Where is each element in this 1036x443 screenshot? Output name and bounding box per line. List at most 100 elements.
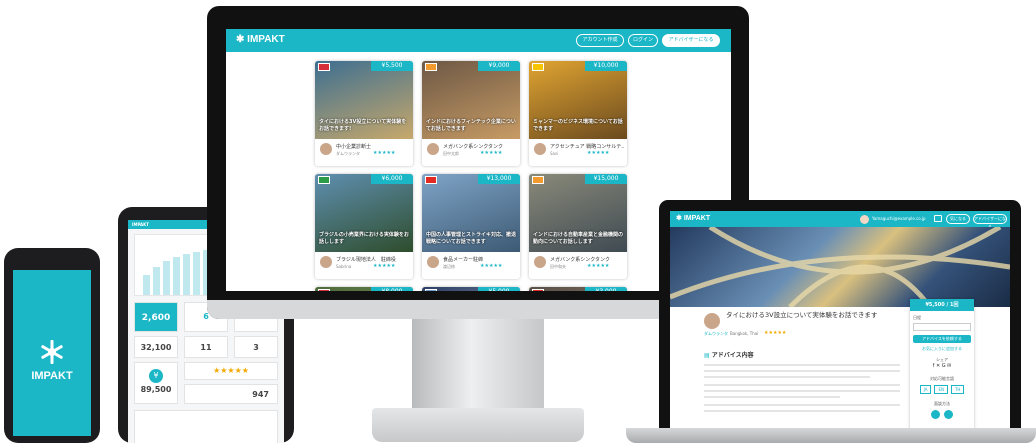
advisor-avatar (534, 256, 546, 268)
brand-logo[interactable]: ✱ IMPAKT (676, 214, 710, 222)
section-heading: ▤ アドバイス内容 (704, 350, 754, 359)
chart-bar (163, 261, 170, 295)
country-flag-icon (532, 63, 544, 71)
chart-bar (173, 257, 180, 295)
rating-stars: ★★★★★ (480, 263, 503, 269)
stat-card: 3 (234, 336, 278, 358)
advisor-name: 中小企業診断士 (336, 144, 372, 150)
yen-icon: ¥ (149, 369, 163, 383)
monitor-foot (372, 408, 584, 442)
advisor-card[interactable]: ¥8,000 (315, 287, 413, 291)
advisor-avatar (427, 256, 439, 268)
stat-value: 32,100 (140, 343, 172, 352)
chart-bar (183, 254, 190, 295)
advice-title: タイにおける3V設立について実体験をお話できます (726, 311, 878, 319)
advisor-avatar (534, 143, 546, 155)
advisor-avatar (320, 256, 332, 268)
language-list: JA EN TH (910, 385, 974, 394)
advisor-sub: 田中太郎 (443, 151, 459, 156)
laptop-base (626, 428, 1036, 443)
country-flag-icon (318, 176, 330, 184)
language-tag: EN (934, 385, 948, 394)
stat-card: 32,100 (134, 336, 178, 358)
rating-stars: ★★★★★ (373, 263, 396, 269)
document-icon: ▤ (704, 352, 710, 359)
card-price: ¥15,000 (585, 174, 627, 184)
text-line (704, 404, 900, 406)
laptop-navbar: ✱ IMPAKT Yamaguchi@example.co.jp 気になる アド… (670, 211, 1010, 229)
language-tag: TH (950, 385, 965, 394)
language-tag: JA (919, 385, 932, 394)
tablet-list (134, 410, 278, 443)
advisor-location: Bangkok, Thai (730, 331, 759, 336)
section-title: アドバイス内容 (711, 352, 754, 359)
method-icons (910, 410, 974, 419)
date-input[interactable] (913, 323, 971, 331)
stat-value: 947 (252, 390, 269, 399)
advisor-card[interactable]: ¥6,000 ブラジルの小売業界における実体験をお話しします ブラジル現地法人 駐締… (315, 174, 413, 279)
advisor-sub: Sasi (550, 151, 559, 156)
chart-bar (193, 252, 200, 295)
text-line (704, 370, 900, 372)
laptop-device: ✱ IMPAKT Yamaguchi@example.co.jp 気になる アド… (659, 200, 1021, 432)
card-price: ¥5,000 (478, 287, 520, 291)
languages-label: 対応可能言語 (930, 376, 954, 381)
country-flag-icon (425, 63, 437, 71)
advisor-card[interactable]: ¥9,000 インドにおけるフィンテック企業についてお話しできます メガバンク系シン… (422, 61, 520, 166)
advice-body (704, 361, 900, 425)
stat-card: 947 (184, 384, 278, 404)
rating-stars: ★★★★★ (480, 150, 503, 156)
country-flag-icon (318, 63, 330, 71)
phone-brand: IMPAKT (31, 370, 73, 382)
rating-stars: ★★★★★ (764, 330, 787, 336)
favorite-button[interactable]: 気になる (946, 214, 970, 224)
card-title: インドにおける自動車産業と金融機関の動向についてお話しします (533, 232, 624, 245)
country-flag-icon (318, 289, 330, 291)
card-title: タイにおける3V設立について実体験をお話できます! (319, 119, 407, 132)
advisor-avatar (320, 143, 332, 155)
stat-value: 2,600 (141, 313, 171, 323)
stat-card: 11 (184, 336, 228, 358)
advisor-card[interactable]: ¥10,000 ミャンマーのビジネス環境についてお話できます アクセンチュア 戦略コ… (529, 61, 627, 166)
user-email[interactable]: Yamaguchi@example.co.jp (872, 216, 926, 221)
advisor-name: メガバンク系シンクタンク (550, 257, 611, 263)
advisor-card[interactable]: ¥5,000 (422, 287, 520, 291)
country-flag-icon (425, 176, 437, 184)
share-icons[interactable]: f ✕ G ✉ (910, 363, 974, 369)
avatar[interactable] (860, 215, 869, 224)
booking-panel: ¥5,500 / 1回 日程 アドバイスを依頼する お気に入りに追加する シェア… (910, 299, 974, 432)
advisor-name[interactable]: ダムウランタ (704, 331, 728, 337)
become-advisor-button[interactable]: アドバイザーになる (973, 214, 1007, 229)
card-price: ¥8,000 (371, 287, 413, 291)
advisor-card[interactable]: ¥15,000 インドにおける自動車産業と金融機関の動向についてお話ししますメガバ… (529, 174, 627, 279)
mail-icon[interactable] (934, 215, 942, 222)
advisor-name: ブラジル現地法人 駐締役 (336, 257, 396, 263)
advisor-sub: Sabrina (336, 264, 352, 269)
text-line (704, 410, 880, 412)
card-price: ¥9,000 (478, 61, 520, 71)
rating-stars: ★★★★★ (587, 263, 610, 269)
advisor-card[interactable]: ¥13,000 中国の人事管理とストライキ対応、撤退戦略についてお話できます 食品メ… (422, 174, 520, 279)
advisor-name: 食品メーカー駐締 (443, 257, 484, 263)
advisor-card-grid: ¥5,500 タイにおける3V設立について実体験をお話できます! 中小企業診断士 ダム… (226, 29, 731, 291)
monitor-stand (412, 319, 544, 414)
card-title: ブラジルの小売業界における実体験をお話しします (319, 232, 409, 245)
brand-name: IMPAKT (683, 215, 711, 222)
phone-device: IMPAKT (4, 248, 100, 443)
card-price: ¥3,000 (585, 287, 627, 291)
advisor-card[interactable]: ¥5,500 タイにおける3V設立について実体験をお話できます! 中小企業診断士 ダム… (315, 61, 413, 166)
stat-value: 11 (200, 343, 212, 352)
advisor-card[interactable]: ¥3,000 (529, 287, 627, 291)
advisor-avatar (427, 143, 439, 155)
card-price: ¥10,000 (585, 61, 627, 71)
rating-stars: ★★★★★ (373, 150, 396, 156)
book-button[interactable]: アドバイスを依頼する (913, 335, 971, 343)
advisor-sub: 田中和夫 (550, 264, 566, 269)
chart-bar (143, 275, 150, 295)
phone-screen: IMPAKT (13, 270, 91, 436)
card-title: 中国の人事管理とストライキ対応、撤退戦略についてお話できます (426, 232, 517, 245)
favorite-link[interactable]: お気に入りに追加する (910, 346, 974, 352)
text-line (704, 396, 840, 398)
country-flag-icon (425, 289, 437, 291)
date-label: 日程 (913, 315, 921, 320)
